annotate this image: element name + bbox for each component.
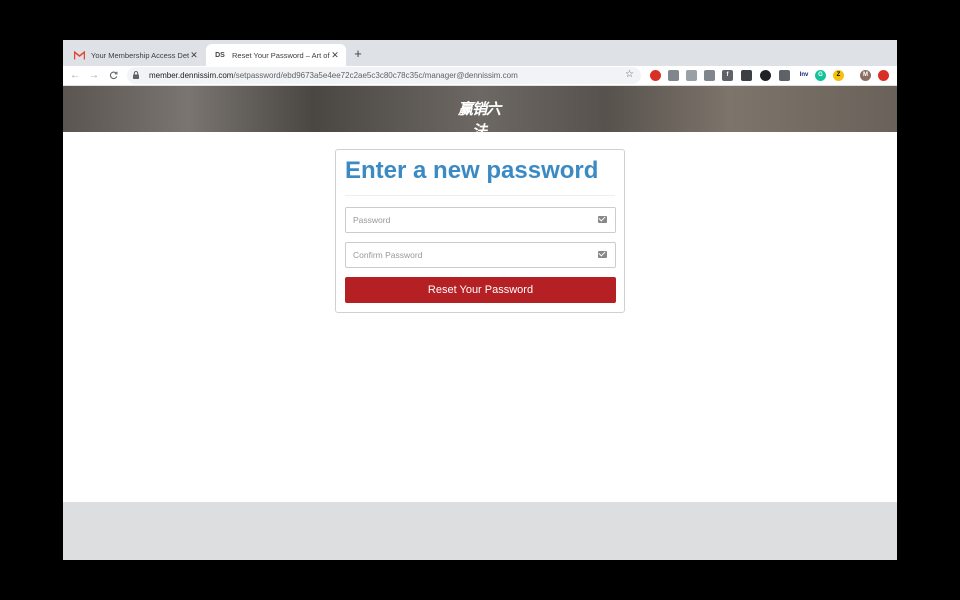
ds-favicon-icon: DS: [215, 51, 225, 59]
reset-password-card: Enter a new password Password Confirm Pa…: [335, 149, 625, 313]
pen-icon[interactable]: [779, 70, 790, 81]
profile-avatar[interactable]: M: [860, 70, 871, 81]
extension-badge-icon[interactable]: [650, 70, 661, 81]
tab-title: Reset Your Password – Art of Ma: [232, 50, 330, 60]
circle-icon[interactable]: [760, 70, 771, 81]
url-host: member.dennissim.com: [149, 71, 234, 80]
page-icon[interactable]: [704, 70, 715, 81]
divider: [345, 195, 615, 196]
confirm-password-placeholder: Confirm Password: [353, 250, 423, 260]
z-icon[interactable]: Z: [833, 70, 844, 81]
reload-icon[interactable]: [105, 68, 121, 84]
grammarly-icon[interactable]: G: [815, 70, 826, 81]
url-path: /setpassword/ebd9673a5e4ee72c2ae5c3c80c7…: [233, 71, 518, 80]
confirm-password-field[interactable]: Confirm Password: [345, 242, 616, 268]
camera-icon[interactable]: [668, 70, 679, 81]
header-banner: 赢销六法: [63, 86, 897, 140]
new-tab-button[interactable]: +: [351, 47, 365, 61]
browser-toolbar: ← → member.dennissim.com/setpassword/ebd…: [63, 66, 897, 86]
forward-arrow-icon[interactable]: →: [86, 68, 102, 84]
password-placeholder: Password: [353, 215, 391, 225]
screen: Your Membership Access Detail ✕ DS Reset…: [0, 0, 960, 600]
address-bar[interactable]: member.dennissim.com/setpassword/ebd9673…: [127, 67, 641, 84]
close-icon[interactable]: ✕: [330, 50, 340, 61]
site-logo[interactable]: 赢销六法: [453, 98, 505, 140]
tab-reset-password[interactable]: DS Reset Your Password – Art of Ma ✕: [206, 44, 346, 66]
gmail-icon: [73, 49, 85, 61]
tab-membership-access[interactable]: Your Membership Access Detail ✕: [65, 44, 205, 66]
page-title: Enter a new password: [345, 157, 599, 184]
tab-title: Your Membership Access Detail: [91, 50, 189, 60]
facebook-icon[interactable]: f: [722, 70, 733, 81]
password-field[interactable]: Password: [345, 207, 616, 233]
lock-icon: [133, 71, 141, 80]
bookmark-star-icon[interactable]: ☆: [625, 69, 634, 80]
page-content: 赢销六法 Enter a new password Password Confi…: [63, 86, 897, 560]
browser-window: Your Membership Access Detail ✕ DS Reset…: [63, 40, 897, 560]
page-footer: [63, 502, 897, 560]
envelope-icon: [598, 216, 607, 223]
tab-strip: Your Membership Access Detail ✕ DS Reset…: [63, 40, 897, 66]
code-icon[interactable]: [686, 70, 697, 81]
close-icon[interactable]: ✕: [189, 50, 199, 61]
envelope-icon: [598, 251, 607, 258]
reset-password-button[interactable]: Reset Your Password: [345, 277, 616, 303]
back-arrow-icon[interactable]: ←: [67, 68, 83, 84]
inv-icon[interactable]: Inv: [797, 70, 811, 81]
extension-icon[interactable]: [741, 70, 752, 81]
update-icon[interactable]: [878, 70, 889, 81]
